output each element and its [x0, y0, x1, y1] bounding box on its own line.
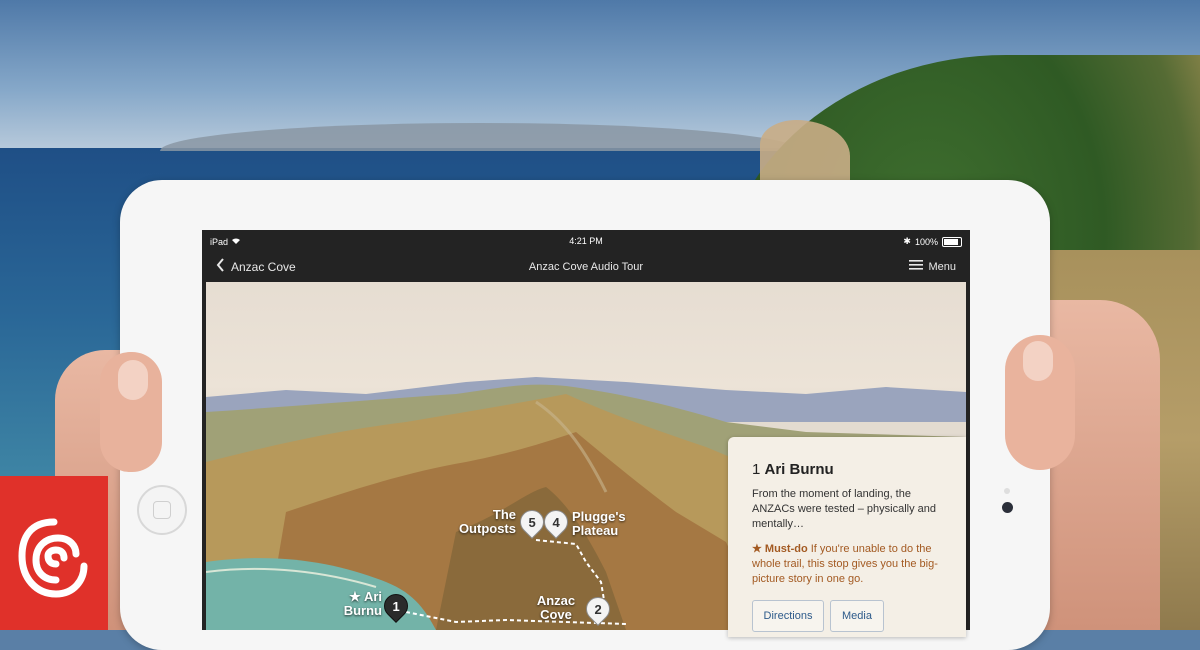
right-thumb [1005, 335, 1075, 470]
map-label-ari-burnu[interactable]: ★ Ari Burnu [326, 590, 382, 618]
navigation-bar: Anzac Cove Anzac Cove Audio Tour Menu [202, 252, 970, 282]
map-label-outposts[interactable]: The Outposts [452, 508, 516, 536]
rnz-logo [0, 476, 108, 630]
map-label-anzac-cove[interactable]: Anzac Cove [528, 594, 584, 622]
home-button[interactable] [137, 485, 187, 535]
must-do-label: ★ Must-do [752, 543, 808, 555]
battery-percent: 100% [914, 236, 938, 247]
nav-title: Anzac Cove Audio Tour [528, 261, 644, 273]
stop-title: 1 Ari Burnu [752, 461, 834, 478]
must-do-note: ★ Must-do If you're unable to do the who… [752, 542, 952, 587]
menu-label: Menu [928, 260, 956, 273]
camera [1002, 502, 1013, 513]
media-button[interactable]: Media [830, 600, 884, 632]
status-bar: iPad 4:21 PM ✱ 100% [202, 230, 970, 252]
status-right: ✱ 100% [903, 236, 962, 247]
map-label-plugges[interactable]: Plugge's Plateau [572, 510, 632, 538]
stop-number: 1 [752, 461, 761, 478]
battery-icon [942, 236, 962, 247]
ambient-sensor [1004, 488, 1010, 494]
directions-button[interactable]: Directions [752, 600, 824, 632]
left-thumb [100, 352, 162, 472]
rnz-logo-mark [18, 518, 88, 598]
status-time: 4:21 PM [569, 236, 603, 246]
stop-description: From the moment of landing, the ANZACs w… [752, 488, 937, 530]
stop-name: Ari Burnu [764, 461, 834, 478]
menu-button[interactable]: Menu [909, 260, 956, 273]
hamburger-icon [909, 260, 924, 273]
bluetooth-icon: ✱ [903, 236, 911, 246]
stop-info-card: 1 Ari Burnu From the moment of landing, … [728, 437, 966, 637]
